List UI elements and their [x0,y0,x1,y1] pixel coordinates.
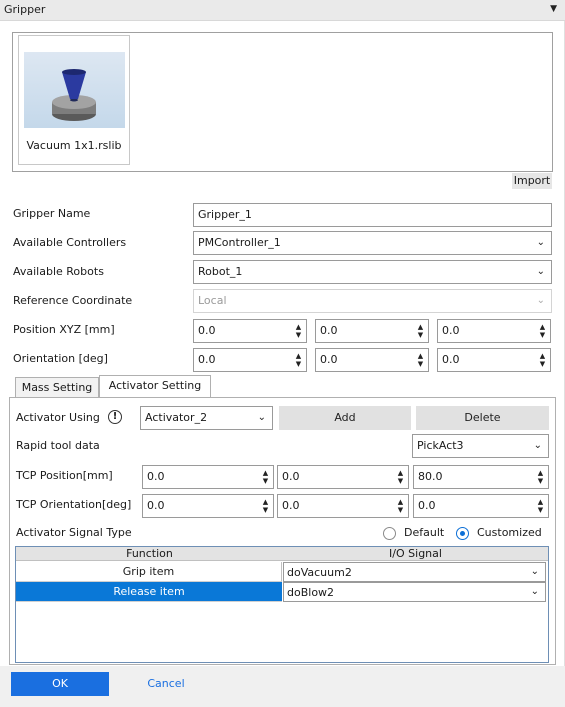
position-y-value: 0.0 [320,324,338,337]
spin-arrows-icon[interactable]: ▲ ▼ [262,498,269,514]
spin-arrows-icon[interactable]: ▲ ▼ [539,352,546,368]
position-xyz-label: Position XYZ [mm] [13,323,115,336]
tcp-orientation-label: TCP Orientation[deg] [16,498,132,511]
available-robots-select[interactable]: Robot_1 ⌄ [193,260,552,284]
spin-arrows-icon[interactable]: ▲ ▼ [417,352,424,368]
chevron-down-icon: ⌄ [536,266,545,277]
orientation-y-value: 0.0 [320,353,338,366]
radio-default[interactable] [383,527,396,540]
import-button[interactable]: Import [512,173,552,189]
collapse-arrow-icon[interactable]: ▼ [550,4,557,14]
orientation-x-value: 0.0 [198,353,216,366]
available-robots-label: Available Robots [13,265,104,278]
table-row-function-selected[interactable]: Release item [16,582,282,602]
activator-signal-type-label: Activator Signal Type [16,526,132,539]
gripper-name-input[interactable]: Gripper_1 [193,203,552,227]
info-icon[interactable]: ! [108,410,122,424]
delete-activator-button[interactable]: Delete [416,406,549,430]
tcp-position-z-value: 80.0 [418,470,443,483]
spin-arrows-icon[interactable]: ▲ ▼ [417,323,424,339]
chevron-down-icon: ⌄ [257,412,266,423]
spin-arrows-icon[interactable]: ▲ ▼ [295,352,302,368]
orientation-z-spinbox[interactable]: 0.0 ▲ ▼ [437,348,551,372]
chevron-down-icon: ⌄ [530,566,539,577]
activator-using-select[interactable]: Activator_2 ⌄ [140,406,273,430]
position-y-spinbox[interactable]: 0.0 ▲ ▼ [315,319,429,343]
activator-using-label: Activator Using [16,411,100,424]
chevron-down-icon: ⌄ [536,295,545,306]
available-controllers-value: PMController_1 [198,236,281,249]
activator-using-value: Activator_2 [145,411,208,424]
chevron-down-icon: ⌄ [530,586,539,597]
rapid-tool-data-select[interactable]: PickAct3 ⌄ [412,434,549,458]
column-header-io-signal[interactable]: I/O Signal [283,547,548,561]
tab-mass-setting[interactable]: Mass Setting [15,377,99,397]
table-row-signal-select[interactable]: doVacuum2 ⌄ [283,562,546,582]
table-row-signal-select[interactable]: doBlow2 ⌄ [283,582,546,602]
ok-button[interactable]: OK [11,672,109,696]
spin-arrows-icon[interactable]: ▲ ▼ [262,469,269,485]
spin-arrows-icon[interactable]: ▲ ▼ [397,469,404,485]
tcp-position-x-spinbox[interactable]: 0.0 ▲ ▼ [142,465,274,489]
reference-coordinate-label: Reference Coordinate [13,294,133,307]
reference-coordinate-value: Local [198,294,227,307]
tcp-position-z-spinbox[interactable]: 80.0 ▲ ▼ [413,465,549,489]
tcp-position-y-spinbox[interactable]: 0.0 ▲ ▼ [277,465,409,489]
rapid-tool-data-value: PickAct3 [417,439,464,452]
orientation-y-spinbox[interactable]: 0.0 ▲ ▼ [315,348,429,372]
available-robots-value: Robot_1 [198,265,243,278]
column-header-function[interactable]: Function [16,547,283,561]
tcp-orientation-z-spinbox[interactable]: 0.0 ▲ ▼ [413,494,549,518]
tcp-orientation-y-spinbox[interactable]: 0.0 ▲ ▼ [277,494,409,518]
spin-arrows-icon[interactable]: ▲ ▼ [397,498,404,514]
tcp-position-x-value: 0.0 [147,470,165,483]
tcp-orientation-y-value: 0.0 [282,499,300,512]
gripper-name-label: Gripper Name [13,207,91,220]
orientation-label: Orientation [deg] [13,352,108,365]
tcp-orientation-z-value: 0.0 [418,499,436,512]
reference-coordinate-select: Local ⌄ [193,289,552,313]
table-row-function[interactable]: Grip item [16,562,282,582]
tcp-orientation-x-spinbox[interactable]: 0.0 ▲ ▼ [142,494,274,518]
add-activator-button[interactable]: Add [279,406,411,430]
chevron-down-icon: ⌄ [536,237,545,248]
position-z-value: 0.0 [442,324,460,337]
chevron-down-icon: ⌄ [533,440,542,451]
panel-header[interactable]: Gripper ▼ [0,0,565,21]
table-row-signal-value: doVacuum2 [287,566,352,579]
tab-activator-setting[interactable]: Activator Setting [99,375,211,397]
rapid-tool-data-label: Rapid tool data [16,439,100,452]
panel-title: Gripper [4,3,46,16]
vacuum-gripper-thumbnail-icon [24,52,125,128]
spin-arrows-icon[interactable]: ▲ ▼ [537,469,544,485]
radio-default-label: Default [404,526,445,539]
available-controllers-select[interactable]: PMController_1 ⌄ [193,231,552,255]
tcp-position-label: TCP Position[mm] [16,469,113,482]
orientation-z-value: 0.0 [442,353,460,366]
cancel-button[interactable]: Cancel [138,676,194,692]
position-x-value: 0.0 [198,324,216,337]
spin-arrows-icon[interactable]: ▲ ▼ [539,323,546,339]
spin-arrows-icon[interactable]: ▲ ▼ [537,498,544,514]
radio-customized-label: Customized [477,526,542,539]
spin-arrows-icon[interactable]: ▲ ▼ [295,323,302,339]
library-item-label: Vacuum 1x1.rslib [26,139,122,152]
table-row-signal-value: doBlow2 [287,586,335,599]
tcp-position-y-value: 0.0 [282,470,300,483]
available-controllers-label: Available Controllers [13,236,127,249]
position-z-spinbox[interactable]: 0.0 ▲ ▼ [437,319,551,343]
signal-table: Function I/O Signal Grip item doVacuum2 … [15,546,549,663]
position-x-spinbox[interactable]: 0.0 ▲ ▼ [193,319,307,343]
orientation-x-spinbox[interactable]: 0.0 ▲ ▼ [193,348,307,372]
tcp-orientation-x-value: 0.0 [147,499,165,512]
library-item-vacuum[interactable]: Vacuum 1x1.rslib [18,35,130,165]
radio-customized[interactable] [456,527,469,540]
